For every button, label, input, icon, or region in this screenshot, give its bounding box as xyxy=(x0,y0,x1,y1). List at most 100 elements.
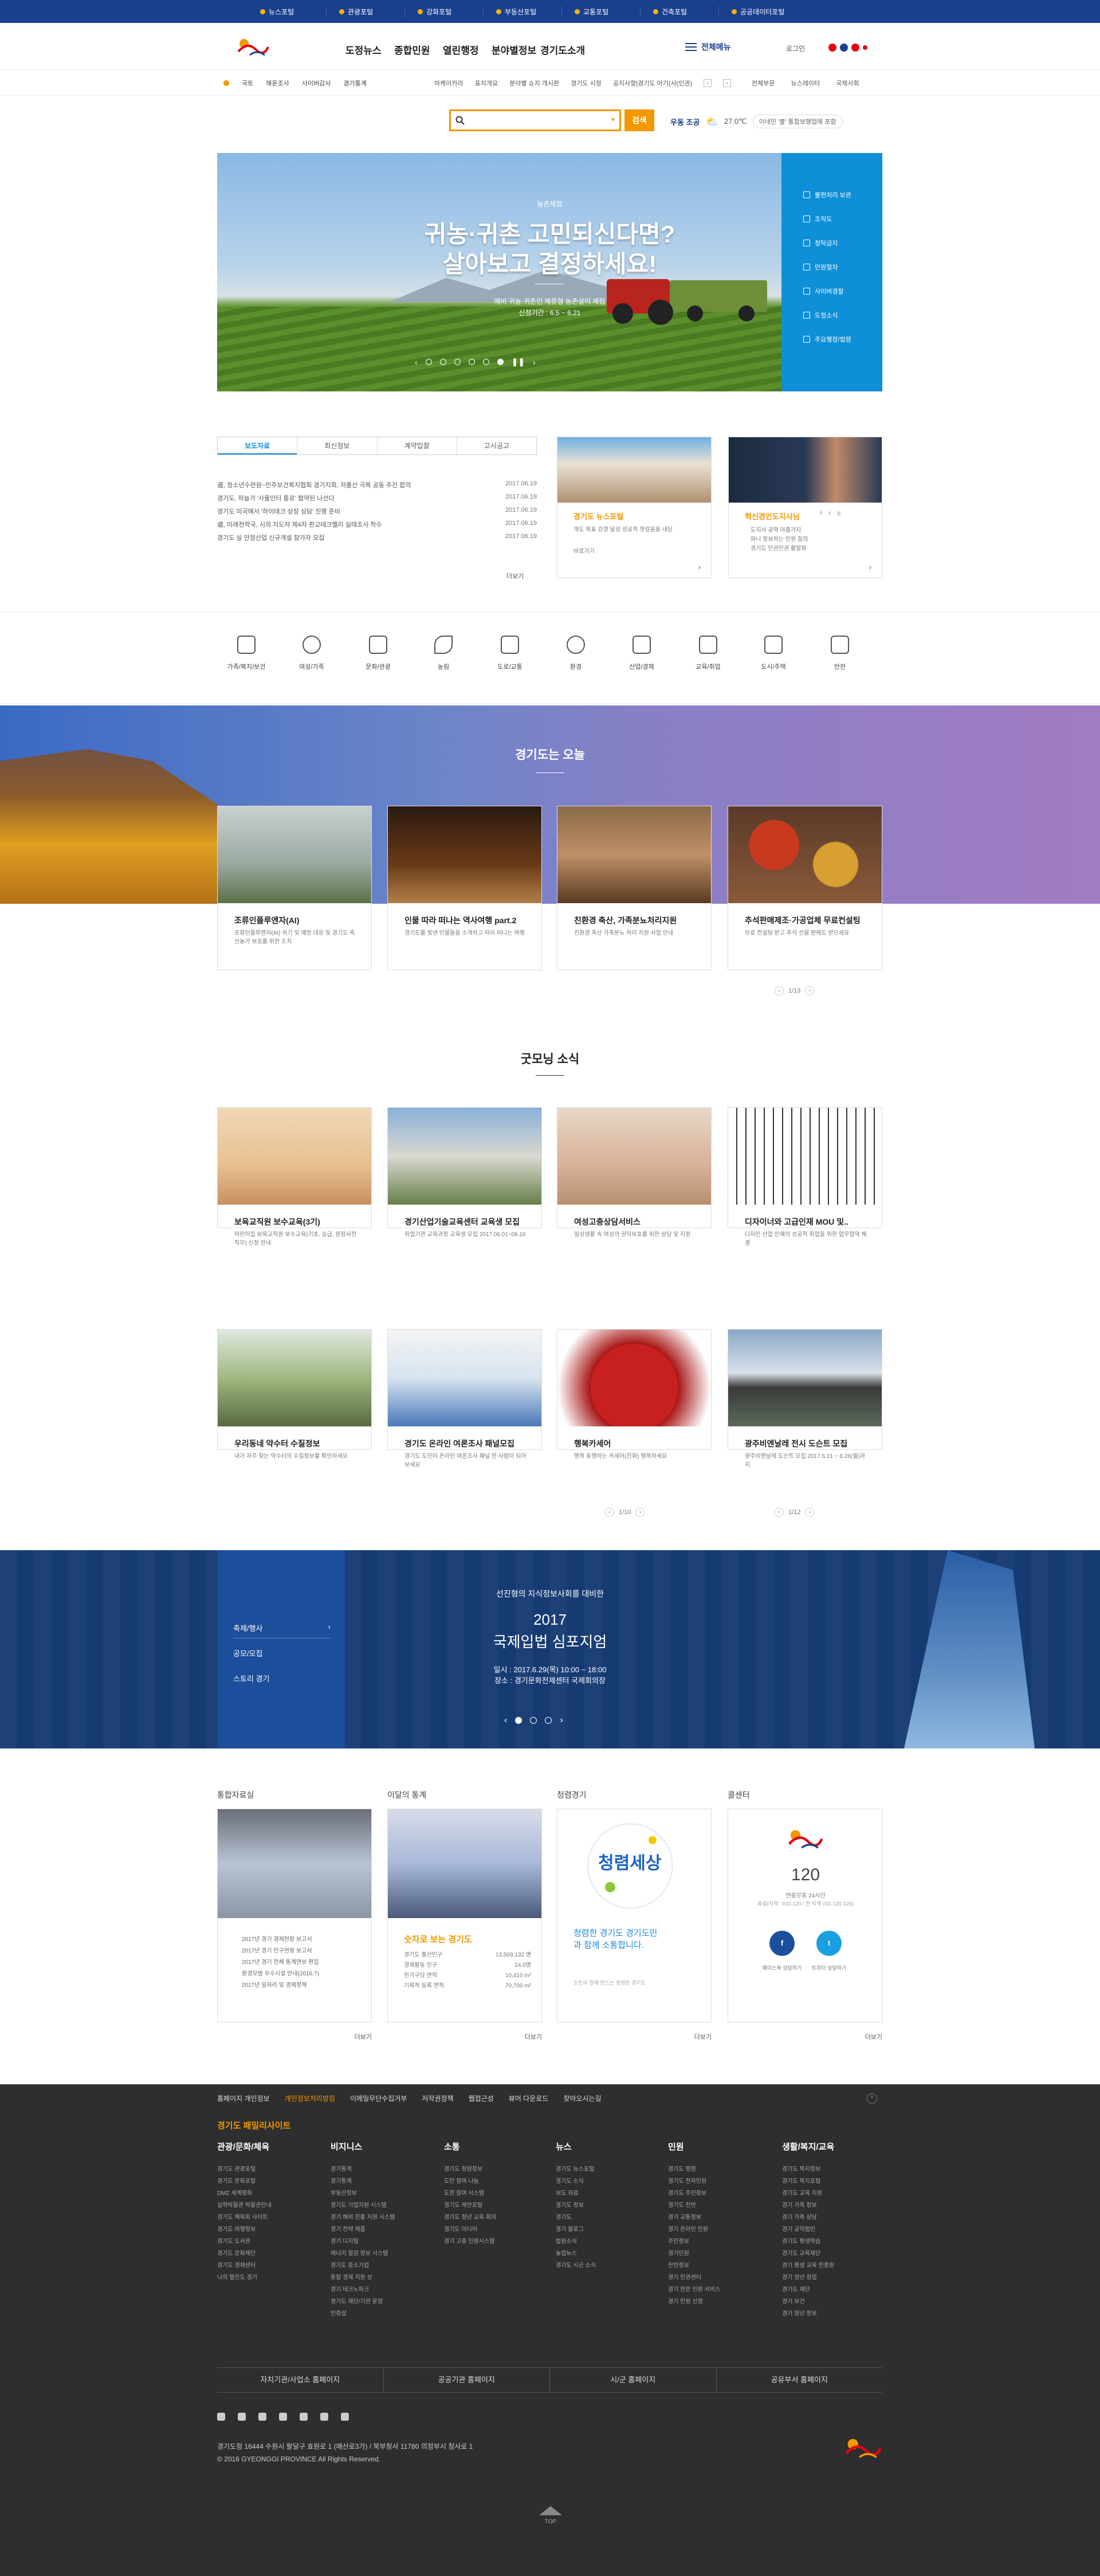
lang-flag-icon[interactable] xyxy=(828,44,836,52)
next-arrow-icon[interactable]: › xyxy=(723,79,732,87)
lang-flag-icon[interactable] xyxy=(851,44,859,52)
list-item[interactable]: 道, 미래전략국, 시의 지도자 제4차 판교테크밸리 실태조사 착수 2017.… xyxy=(217,520,537,533)
today-card[interactable]: 추석판매제조·가공업체 무료컨설팅 무료 컨설팅 받고 추석 선물 판매도 받으… xyxy=(728,806,882,970)
prev-arrow-icon[interactable]: ‹ xyxy=(775,1508,784,1517)
chevron-down-icon[interactable]: ▼ xyxy=(610,117,616,123)
category-welfare[interactable]: 가족/복지/보건 xyxy=(218,636,275,671)
gnb-item-civil[interactable]: 종합민원 xyxy=(394,42,443,57)
util-link[interactable]: 해운조사 xyxy=(266,79,289,88)
slide-dot[interactable] xyxy=(545,1717,552,1724)
today-card[interactable]: 조류인플루엔자(AI) 조류인플루엔자(AI) 위기 및 예방 대응 및 경기도… xyxy=(217,806,372,970)
portal-link[interactable]: 공공데이터포털 xyxy=(718,6,797,17)
instagram-icon[interactable] xyxy=(320,2413,328,2421)
quick-item[interactable]: 사이버경찰 xyxy=(781,279,882,303)
slide-dot[interactable] xyxy=(454,359,461,365)
category-housing[interactable]: 도시/주택 xyxy=(745,636,802,671)
news-card[interactable]: 디자이너와 고급인재 MOU 및.. 디자인 산업 인재의 성공적 취업을 위한… xyxy=(728,1107,882,1246)
category-agri[interactable]: 농림 xyxy=(415,636,472,671)
twitter-icon[interactable] xyxy=(238,2413,246,2421)
tab-contract[interactable]: 계약입찰 xyxy=(376,437,457,454)
footer-link[interactable]: 홈페이지 개인정보 xyxy=(217,2093,270,2103)
category-economy[interactable]: 산업/경제 xyxy=(613,636,670,671)
more-link[interactable]: 더보기 xyxy=(865,2032,882,2041)
gnb-item-info[interactable]: 분야별정보 xyxy=(492,42,540,57)
util-link[interactable]: 분야별 쇼지 개시판 xyxy=(509,79,559,88)
footer-link[interactable]: 뷰어 다운로드 xyxy=(509,2093,549,2103)
search-button[interactable]: 검색 xyxy=(624,109,654,131)
news-card[interactable]: 행복카세어 행복 동행하는 카세어(진화) 행복하세요 xyxy=(557,1329,712,1460)
prev-arrow-icon[interactable]: ‹ xyxy=(504,1715,507,1726)
footer-link[interactable]: 웹접근성 xyxy=(469,2093,494,2103)
search-input[interactable]: ▼ xyxy=(449,109,621,131)
util-link[interactable]: 국토 xyxy=(242,79,253,88)
slide-dot[interactable] xyxy=(497,359,504,365)
prev-arrow-icon[interactable]: ‹ xyxy=(415,358,418,367)
news-card[interactable]: 여성고충상담서비스 일상생활 속 여성의 권익보호를 위한 상담 및 지원 xyxy=(557,1107,712,1238)
util-link[interactable]: 뉴스레이터 xyxy=(791,79,820,88)
today-card[interactable]: 인물 따라 떠나는 역사여행 part.2 경기도를 빛낸 인물들을 소개하고 … xyxy=(387,806,542,970)
list-item[interactable]: 경기도 실 안정산업 신규개설 참가자 모집 2017.06.19 xyxy=(217,533,537,546)
portal-link[interactable]: 뉴스포털 xyxy=(247,6,326,17)
tab-latest[interactable]: 최신정보 xyxy=(297,437,376,454)
util-link[interactable]: 경기통계 xyxy=(343,79,366,88)
blog-icon[interactable]: b xyxy=(838,511,841,517)
next-arrow-icon[interactable]: › xyxy=(805,986,815,995)
facebook-icon[interactable]: f xyxy=(769,1931,795,1956)
category-safety[interactable]: 안전 xyxy=(811,636,869,671)
slide-dot[interactable] xyxy=(425,359,432,365)
portal-select[interactable]: 공공기관 홈페이지 xyxy=(383,2368,550,2392)
footer-link[interactable]: 찾아오시는길 xyxy=(563,2093,601,2103)
chevron-right-icon[interactable]: › xyxy=(869,563,871,571)
category-traffic[interactable]: 도로/교통 xyxy=(481,636,539,671)
category-culture[interactable]: 문화/관광 xyxy=(349,636,407,671)
twitter-icon[interactable]: t xyxy=(816,1931,842,1956)
slide-dot[interactable] xyxy=(482,359,489,365)
next-arrow-icon[interactable]: › xyxy=(533,358,536,367)
category-women[interactable]: 여성/가족 xyxy=(283,636,340,671)
slide-dot[interactable] xyxy=(439,359,446,365)
facebook-icon[interactable] xyxy=(217,2413,225,2421)
tab-notice[interactable]: 고시공고 xyxy=(456,437,536,454)
more-link[interactable]: 더보기 xyxy=(506,571,524,581)
footer-link[interactable]: 저작권정책 xyxy=(422,2093,453,2103)
more-link[interactable]: 더보기 xyxy=(525,2032,542,2041)
list-item[interactable]: 경기도 미국에서 '하이테크 상장 상담' 진행 준비 2017.06.19 xyxy=(217,507,537,520)
tab-press[interactable]: 보도자료 xyxy=(218,437,297,454)
slide-dot[interactable] xyxy=(530,1717,537,1724)
gyeonggi-logo[interactable] xyxy=(236,36,270,60)
pause-icon[interactable]: ❚❚ xyxy=(512,357,525,367)
slide-dot[interactable] xyxy=(515,1717,522,1724)
scroll-top-button[interactable]: TOP xyxy=(535,2506,566,2525)
news-card[interactable]: 경기도 온라인 여론조사 패널모집 경기도 도민이 온라인 여론조사 패널 한 … xyxy=(387,1329,542,1468)
portal-select[interactable]: 공유부서 홈페이지 xyxy=(716,2368,883,2392)
integrity-panel[interactable]: 청렴세상 청렴한 경기도 경기도민과 함께 소통합니다. 도민과 함께 만드는 … xyxy=(557,1809,712,2022)
category-education[interactable]: 교육/취업 xyxy=(679,636,737,671)
quick-item[interactable]: 도정소식 xyxy=(781,303,882,327)
portal-link[interactable]: 건축포털 xyxy=(640,6,718,17)
chevron-up-icon[interactable]: ^ xyxy=(867,2093,877,2104)
portal-link[interactable]: 관광포털 xyxy=(326,6,404,17)
news-portal-card[interactable]: 경기도 뉴스포털 개도 목표 강경 달성 성공적 첫걸음을 내딛 바로가기 › xyxy=(557,437,712,578)
util-link[interactable]: 표지개요 xyxy=(475,79,498,88)
more-link[interactable]: 더보기 xyxy=(355,2032,372,2041)
portal-select[interactable]: 시/군 홈페이지 xyxy=(549,2368,716,2392)
portal-link[interactable]: 부동산포털 xyxy=(483,6,561,17)
governor-card[interactable]: 혁신경인도지사님 f t b 도지사 공약 아홉가지 파니 정보하는 민원 질의 경… xyxy=(728,437,882,578)
util-link[interactable]: 경기도 시정 xyxy=(571,79,602,88)
util-link[interactable]: 국제사회 xyxy=(836,79,859,88)
trending-keyword[interactable]: 이네민 '불' 통합보행업에 포함 xyxy=(752,115,843,128)
list-item[interactable]: 道, 청소년수련원~민주보건복지협회 경기지회, 저출산 극복 공동 추진 합의… xyxy=(217,480,537,493)
archive-panel[interactable]: 2017년 경기 경제현황 보고서 2017년 경기 인구현황 보고서 2017… xyxy=(217,1809,372,2022)
blog-icon[interactable] xyxy=(300,2413,308,2421)
slide-dot[interactable] xyxy=(468,359,475,365)
util-link[interactable]: 공지사항|경기도 아기(사(인권) xyxy=(613,79,692,88)
portal-link[interactable]: 교통포털 xyxy=(561,6,640,17)
list-item[interactable]: 경기도, 하늘가 '사물인터 통로' 협약된 나선다 2017.06.19 xyxy=(217,493,537,507)
news-card[interactable]: 광주비엔날레 전시 도슨트 모집 광주비엔날레 도슨트 모집 2017.6.21… xyxy=(728,1329,882,1468)
news-card[interactable]: 경기산업기술교육센터 교육생 모집 취업기관 교육과정 교육생 모집 2017.… xyxy=(387,1107,542,1238)
quick-item[interactable]: 조직도 xyxy=(781,207,882,231)
more-link[interactable]: 더보기 xyxy=(694,2032,712,2041)
prev-arrow-icon[interactable]: ‹ xyxy=(775,986,784,995)
next-arrow-icon[interactable]: › xyxy=(805,1508,815,1517)
facebook-icon[interactable]: f xyxy=(820,511,822,517)
